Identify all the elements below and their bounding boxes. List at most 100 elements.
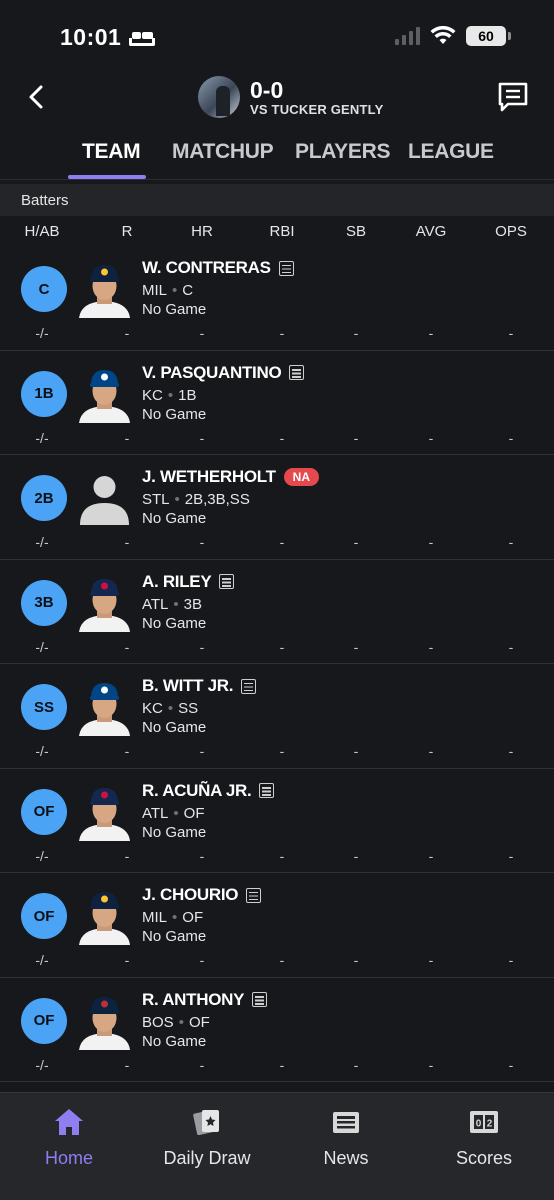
player-note-icon[interactable]	[289, 365, 305, 380]
player-name[interactable]: R. ANTHONY	[142, 990, 244, 1010]
stat-value: -	[124, 1056, 130, 1073]
nav-daily-draw[interactable]: Daily Draw	[147, 1107, 267, 1169]
column-header[interactable]: SB	[346, 223, 366, 240]
batters-list: C W. CONTRERAS MIL • C No Game -/- - - - - - -1B V. P…	[0, 246, 554, 1082]
tab-team[interactable]: TEAM	[82, 140, 141, 164]
game-status: No Game	[142, 405, 207, 423]
player-team-line: ATL • OF	[142, 805, 205, 822]
status-bar: 10:01 60	[0, 0, 554, 70]
player-headshot[interactable]	[77, 990, 132, 1050]
chat-icon[interactable]	[496, 80, 530, 114]
stat-value: -	[199, 847, 205, 864]
position-badge[interactable]: 2B	[21, 475, 67, 521]
position-badge[interactable]: OF	[21, 893, 67, 939]
separator-dot: •	[174, 491, 180, 508]
back-arrow-icon[interactable]	[22, 82, 52, 112]
game-status: No Game	[142, 510, 207, 527]
stat-value: -	[124, 952, 130, 968]
player-headshot[interactable]	[77, 363, 132, 423]
column-header[interactable]: R	[122, 223, 133, 240]
stat-value: -	[279, 325, 285, 341]
stat-value: -	[124, 743, 130, 759]
player-row[interactable]: OF R. ACUÑA JR. ATL • OF No Game -/- - - - - - -	[0, 769, 554, 873]
column-header[interactable]: H/AB	[24, 223, 59, 240]
tab-players[interactable]: PLAYERS	[295, 140, 390, 164]
game-status: No Game	[142, 614, 207, 632]
game-status: No Game	[142, 301, 207, 318]
column-header[interactable]: OPS	[495, 223, 527, 240]
position-badge[interactable]: C	[21, 266, 67, 312]
position-badge[interactable]: OF	[21, 997, 67, 1044]
player-name-line: J. WETHERHOLT NA	[142, 467, 320, 487]
player-team-line: MIL • OF	[142, 909, 203, 926]
player-eligibility: OF	[188, 1013, 210, 1031]
player-row[interactable]: 1B V. PASQUANTINO KC • 1B No Game -/- - - - - - -	[0, 351, 554, 455]
game-status: No Game	[142, 719, 207, 736]
stat-value: -/-	[35, 743, 49, 759]
stat-value: -	[508, 952, 514, 968]
column-header[interactable]: RBI	[269, 223, 294, 240]
player-name[interactable]: A. RILEY	[142, 572, 212, 592]
player-row[interactable]: 3B A. RILEY ATL • 3B No Game -/- - - - - - -	[0, 560, 554, 664]
status-indicators: 60	[395, 26, 511, 46]
player-note-icon[interactable]	[241, 678, 257, 694]
placeholder-headshot-icon[interactable]	[77, 467, 132, 527]
player-headshot[interactable]	[77, 781, 132, 841]
player-note-icon[interactable]	[278, 260, 294, 276]
column-header[interactable]: AVG	[416, 223, 447, 240]
stat-value: -	[508, 847, 514, 864]
player-team-line: KC • SS	[142, 700, 198, 717]
stat-value: -	[353, 952, 359, 968]
nav-news[interactable]: News	[286, 1107, 406, 1169]
player-note-icon[interactable]	[246, 887, 262, 903]
player-headshot[interactable]	[77, 572, 132, 632]
player-row[interactable]: OF J. CHOURIO MIL • OF No Game -/- - - - - - -	[0, 873, 554, 978]
matchup-header: 0-0 VS TUCKER GENTLY	[0, 70, 554, 130]
nav-home[interactable]: Home	[9, 1107, 129, 1169]
player-note-icon[interactable]	[259, 783, 275, 798]
stat-value: -/-	[35, 847, 49, 864]
position-badge[interactable]: OF	[21, 788, 67, 835]
stat-value: -	[279, 638, 285, 655]
nav-scores[interactable]: 0 2 Scores	[424, 1107, 544, 1169]
game-status: No Game	[142, 823, 207, 841]
tab-league[interactable]: LEAGUE	[408, 140, 494, 164]
player-name[interactable]: J. WETHERHOLT	[142, 467, 276, 487]
column-header[interactable]: HR	[191, 223, 213, 240]
player-eligibility: 2B,3B,SS	[184, 491, 250, 508]
player-headshot[interactable]	[77, 885, 132, 945]
separator-dot: •	[172, 909, 178, 926]
player-name[interactable]: R. ACUÑA JR.	[142, 781, 252, 801]
stat-column-headers: H/AB R HR RBI SB AVG OPS	[0, 216, 554, 248]
player-row[interactable]: 2B J. WETHERHOLT NA STL • 2B,3B,SS No Game -/- -…	[0, 455, 554, 560]
player-note-icon[interactable]	[219, 574, 235, 589]
cellular-signal-icon	[395, 27, 420, 45]
player-team: ATL	[142, 804, 169, 822]
player-name[interactable]: V. PASQUANTINO	[142, 363, 282, 383]
player-row[interactable]: C W. CONTRERAS MIL • C No Game -/- - - - - - -	[0, 246, 554, 351]
player-name[interactable]: B. WITT JR.	[142, 676, 233, 696]
stat-value: -/-	[35, 952, 49, 968]
player-team: BOS	[142, 1013, 174, 1031]
wifi-icon	[430, 26, 456, 44]
position-badge[interactable]: SS	[21, 684, 67, 730]
player-note-icon[interactable]	[252, 992, 268, 1007]
player-name[interactable]: W. CONTRERAS	[142, 258, 271, 278]
matchup-summary[interactable]: 0-0 VS TUCKER GENTLY	[198, 76, 383, 118]
separator-dot: •	[167, 386, 174, 404]
player-name[interactable]: J. CHOURIO	[142, 885, 238, 905]
stat-value: -	[199, 743, 205, 759]
tab-matchup[interactable]: MATCHUP	[172, 140, 274, 164]
position-badge[interactable]: 1B	[21, 370, 67, 417]
section-header: Batters	[0, 184, 554, 216]
stat-value: -	[508, 638, 514, 655]
player-row[interactable]: OF R. ANTHONY BOS • OF No Game -/- - - - - - -	[0, 978, 554, 1082]
nav-news-label: News	[323, 1148, 369, 1168]
position-badge[interactable]: 3B	[21, 579, 67, 626]
stat-value: -	[199, 1056, 205, 1073]
player-headshot[interactable]	[77, 258, 132, 318]
separator-dot: •	[172, 282, 178, 299]
player-headshot[interactable]	[77, 676, 132, 736]
stat-value: -	[428, 743, 434, 759]
player-row[interactable]: SS B. WITT JR. KC • SS No Game -/- - - - - - -	[0, 664, 554, 769]
